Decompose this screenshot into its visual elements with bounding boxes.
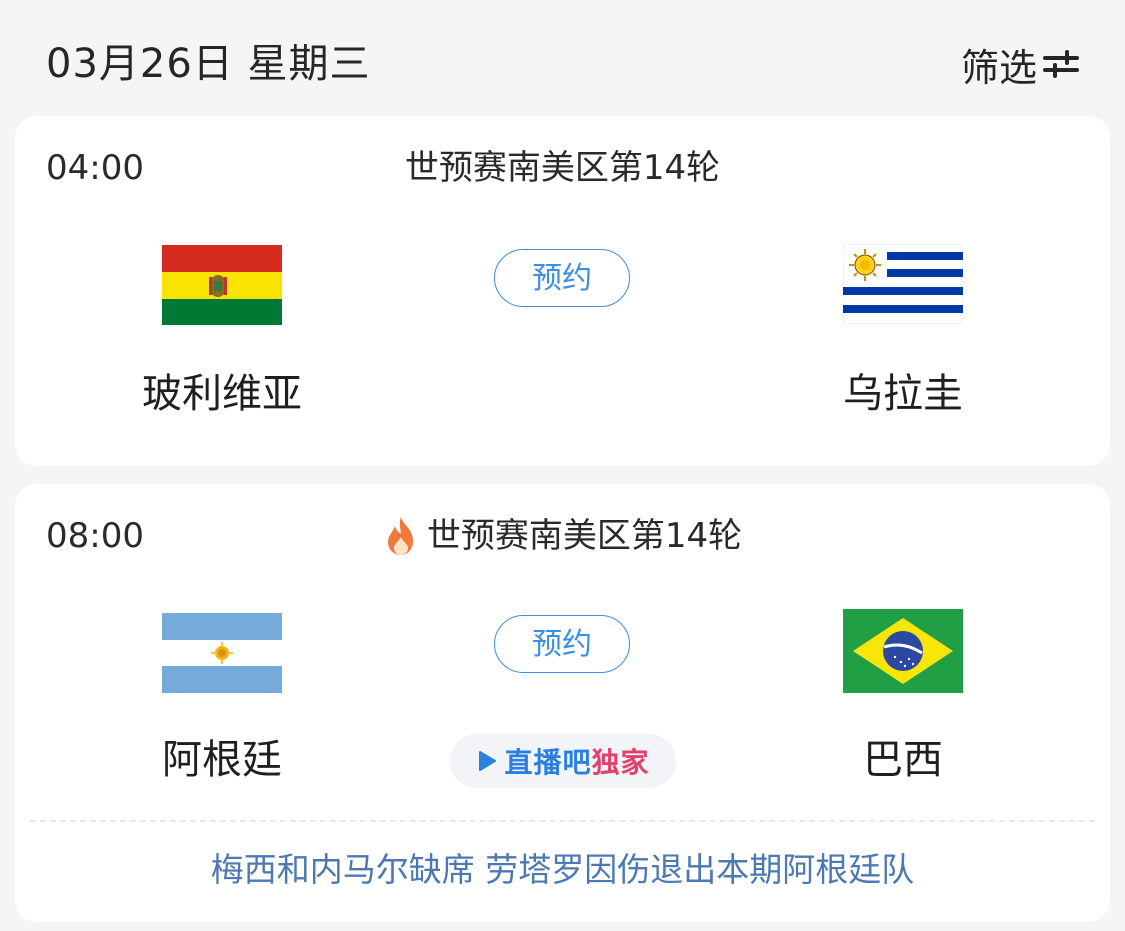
news-headline-link[interactable]: 梅西和内马尔缺席 劳塔罗因伤退出本期阿根廷队	[15, 846, 1110, 894]
match-round: 世预赛南美区第14轮	[15, 514, 1110, 558]
bolivia-flag	[162, 245, 282, 325]
brazil-flag	[843, 609, 963, 693]
match-card[interactable]: 08:00 世预赛南美区第14轮 阿根廷 预约 巴西 直播吧 独家 梅西和内马尔…	[15, 484, 1110, 922]
match-card[interactable]: 04:00 世预赛南美区第14轮 玻利维亚 预约 乌拉圭	[15, 116, 1110, 466]
fire-icon	[383, 515, 419, 557]
away-team-name: 巴西	[863, 737, 943, 783]
filter-label: 筛选	[960, 45, 1037, 90]
home-team-name: 玻利维亚	[142, 371, 302, 417]
play-icon	[476, 749, 498, 773]
date-label: 03月26日 星期三	[46, 41, 371, 87]
round-label: 世预赛南美区第14轮	[404, 148, 721, 188]
sliders-icon	[1043, 49, 1079, 79]
live-brand-label: 直播吧	[504, 746, 592, 779]
away-team-name: 乌拉圭	[843, 371, 963, 417]
live-badge[interactable]: 直播吧 独家	[450, 734, 676, 788]
divider	[30, 820, 1095, 822]
round-label: 世预赛南美区第14轮	[426, 516, 743, 556]
match-round: 世预赛南美区第14轮	[15, 146, 1110, 190]
home-team-name: 阿根廷	[162, 737, 282, 783]
uruguay-flag	[843, 244, 963, 324]
header: 03月26日 星期三 筛选	[0, 0, 1125, 116]
filter-button[interactable]: 筛选	[961, 36, 1079, 92]
reserve-button[interactable]: 预约	[494, 615, 630, 673]
reserve-button[interactable]: 预约	[494, 249, 630, 307]
exclusive-label: 独家	[591, 746, 650, 779]
argentina-flag	[162, 613, 282, 693]
